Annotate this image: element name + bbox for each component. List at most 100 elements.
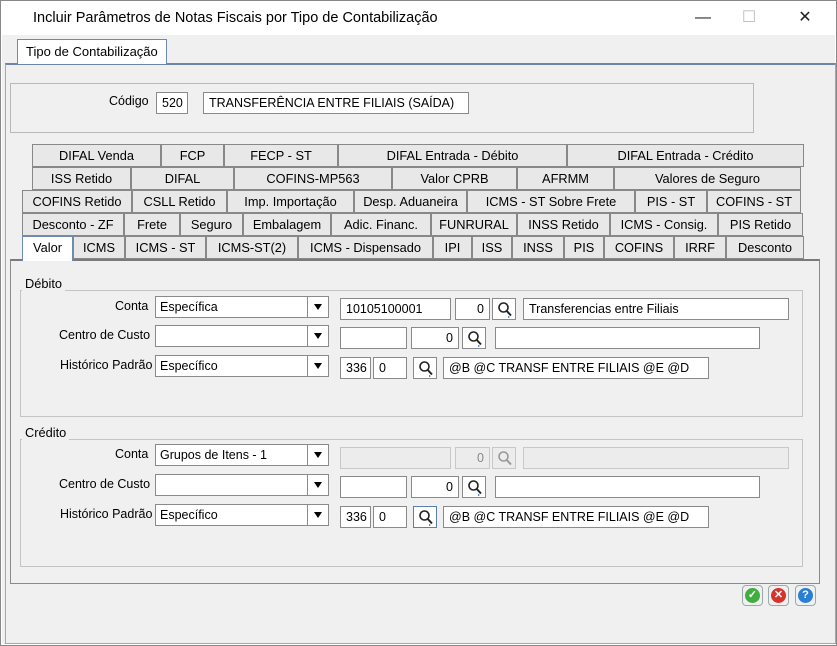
credito-centro-code[interactable] [340, 476, 407, 498]
debito-centro-label: Centro de Custo [59, 328, 151, 342]
tab-irrf[interactable]: IRRF [674, 236, 726, 259]
tab-embalagem[interactable]: Embalagem [243, 213, 331, 236]
tab-tipo-de-contabilizacao[interactable]: Tipo de Contabilização [17, 39, 167, 64]
credito-conta-description [523, 447, 789, 469]
credito-historico-label: Histórico Padrão [60, 507, 153, 521]
tab-pis[interactable]: PIS [564, 236, 604, 259]
tab-pis-st[interactable]: PIS - ST [635, 190, 707, 213]
debito-conta-description[interactable]: Transferencias entre Filiais [523, 298, 789, 320]
tab-difal[interactable]: DIFAL [131, 167, 234, 190]
tab-difal-entrada-cr-dito[interactable]: DIFAL Entrada - Crédito [567, 144, 804, 167]
credito-conta-code [340, 447, 451, 469]
tab-inss[interactable]: INSS [512, 236, 564, 259]
tab-funrural[interactable]: FUNRURAL [431, 213, 517, 236]
tab-icms-st[interactable]: ICMS - ST [125, 236, 206, 259]
tab-icms-st-2[interactable]: ICMS-ST(2) [206, 236, 298, 259]
maximize-button[interactable]: ☐ [727, 5, 771, 31]
tab-csll-retido[interactable]: CSLL Retido [132, 190, 227, 213]
tab-valor[interactable]: Valor [22, 236, 73, 261]
cancel-icon: ✕ [771, 588, 786, 603]
tab-cofins-retido[interactable]: COFINS Retido [22, 190, 132, 213]
tab-seguro[interactable]: Seguro [180, 213, 243, 236]
tab-valor-cprb[interactable]: Valor CPRB [392, 167, 517, 190]
debito-historico-select[interactable]: Específico [155, 355, 329, 377]
help-button[interactable]: ? [795, 585, 816, 606]
credito-conta-select[interactable]: Grupos de Itens - 1 [155, 444, 329, 466]
credito-historico-lookup[interactable] [413, 506, 437, 528]
tab-icms-consig[interactable]: ICMS - Consig. [610, 213, 718, 236]
credito-historico-description[interactable]: @B @C TRANSF ENTRE FILIAIS @E @D [443, 506, 709, 528]
tab-ipi[interactable]: IPI [433, 236, 472, 259]
tab-fcp[interactable]: FCP [161, 144, 224, 167]
credito-historico-select[interactable]: Específico [155, 504, 329, 526]
debito-conta-code[interactable]: 10105100001 [340, 298, 451, 320]
debito-conta-select-value: Específica [160, 300, 218, 314]
credito-centro-description[interactable] [495, 476, 760, 498]
tab-adic-financ[interactable]: Adic. Financ. [331, 213, 431, 236]
debito-historico-description[interactable]: @B @C TRANSF ENTRE FILIAIS @E @D [443, 357, 709, 379]
credito-centro-digit[interactable]: 0 [411, 476, 459, 498]
credito-conta-lookup [492, 447, 516, 469]
chevron-down-icon [307, 326, 328, 346]
chevron-down-icon [307, 297, 328, 317]
tab-icms-dispensado[interactable]: ICMS - Dispensado [298, 236, 433, 259]
magnifier-icon [419, 510, 433, 526]
tab-difal-entrada-d-bito[interactable]: DIFAL Entrada - Débito [338, 144, 567, 167]
minimize-button[interactable]: — [681, 5, 725, 31]
debito-centro-select[interactable] [155, 325, 329, 347]
debito-historico-code[interactable]: 336 [340, 357, 371, 379]
codigo-field[interactable]: 520 [156, 92, 188, 114]
tab-desconto[interactable]: Desconto [726, 236, 804, 259]
credito-centro-select[interactable] [155, 474, 329, 496]
credito-centro-lookup[interactable] [462, 476, 486, 498]
credito-centro-label: Centro de Custo [59, 477, 151, 491]
debito-centro-lookup[interactable] [462, 327, 486, 349]
tab-cofins[interactable]: COFINS [604, 236, 674, 259]
tab-cofins-st[interactable]: COFINS - ST [707, 190, 801, 213]
magnifier-icon [468, 480, 482, 496]
debito-conta-select[interactable]: Específica [155, 296, 329, 318]
magnifier-icon [498, 302, 512, 318]
help-icon: ? [798, 588, 813, 603]
tab-pis-retido[interactable]: PIS Retido [718, 213, 803, 236]
debito-conta-lookup[interactable] [492, 298, 516, 320]
credito-title: Crédito [22, 425, 70, 440]
tab-difal-venda[interactable]: DIFAL Venda [32, 144, 161, 167]
tab-inss-retido[interactable]: INSS Retido [517, 213, 610, 236]
tab-frete[interactable]: Frete [124, 213, 180, 236]
tab-imp-importa-o[interactable]: Imp. Importação [227, 190, 354, 213]
debito-historico-digit[interactable]: 0 [373, 357, 407, 379]
credito-historico-digit[interactable]: 0 [373, 506, 407, 528]
tab-afrmm[interactable]: AFRMM [517, 167, 614, 190]
ok-button[interactable]: ✓ [742, 585, 763, 606]
credito-historico-select-value: Específico [160, 508, 218, 522]
chevron-down-icon [307, 475, 328, 495]
close-button[interactable]: ✕ [783, 5, 827, 31]
credito-historico-code[interactable]: 336 [340, 506, 371, 528]
chevron-down-icon [307, 505, 328, 525]
tab-desp-aduaneira[interactable]: Desp. Aduaneira [354, 190, 467, 213]
tab-cofins-mp563[interactable]: COFINS-MP563 [234, 167, 392, 190]
debito-centro-digit[interactable]: 0 [411, 327, 459, 349]
title-bar: Incluir Parâmetros de Notas Fiscais por … [1, 1, 836, 35]
debito-centro-code[interactable] [340, 327, 407, 349]
debito-conta-digit[interactable]: 0 [455, 298, 490, 320]
tab-iss-retido[interactable]: ISS Retido [32, 167, 131, 190]
codigo-label: Código [109, 94, 149, 108]
tab-valores-de-seguro[interactable]: Valores de Seguro [614, 167, 801, 190]
debito-centro-description[interactable] [495, 327, 760, 349]
tab-iss[interactable]: ISS [472, 236, 512, 259]
chevron-down-icon [307, 445, 328, 465]
credito-conta-label: Conta [115, 447, 149, 461]
magnifier-icon [498, 451, 512, 466]
tab-desconto-zf[interactable]: Desconto - ZF [22, 213, 124, 236]
codigo-description-field[interactable]: TRANSFERÊNCIA ENTRE FILIAIS (SAÍDA) [203, 92, 469, 114]
tab-icms[interactable]: ICMS [73, 236, 125, 259]
debito-historico-lookup[interactable] [413, 357, 437, 379]
tab-fecp-st[interactable]: FECP - ST [224, 144, 338, 167]
tab-icms-st-sobre-frete[interactable]: ICMS - ST Sobre Frete [467, 190, 635, 213]
debito-historico-label: Histórico Padrão [60, 358, 153, 372]
cancel-button[interactable]: ✕ [768, 585, 789, 606]
window-title: Incluir Parâmetros de Notas Fiscais por … [33, 10, 438, 26]
dialog-window: Incluir Parâmetros de Notas Fiscais por … [0, 0, 837, 646]
